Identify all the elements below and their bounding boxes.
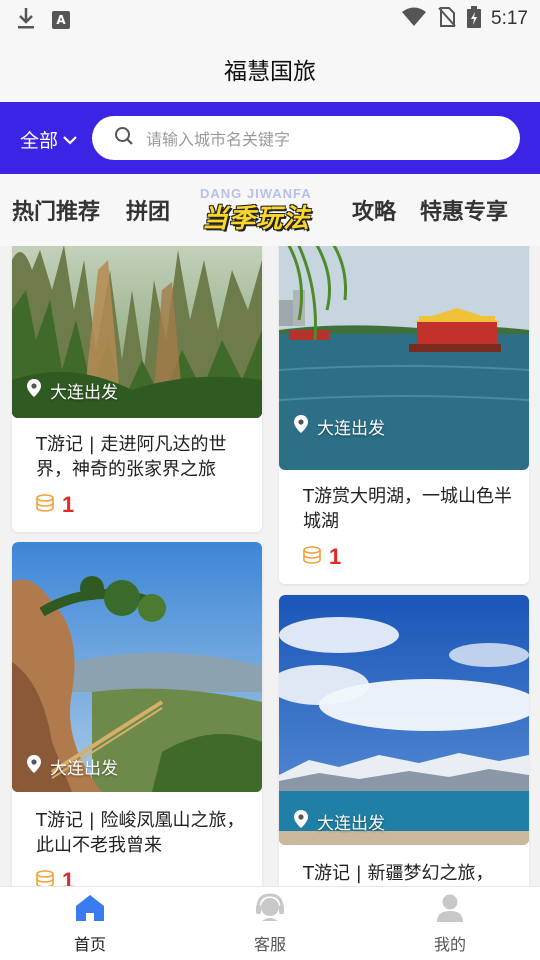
coin-icon <box>36 869 54 886</box>
coin-icon <box>303 545 321 569</box>
location-pin-icon <box>293 809 309 834</box>
trip-price: 1 <box>36 492 74 518</box>
a-box-icon: A <box>52 11 70 29</box>
trip-card[interactable]: 大连出发 T游赏大明湖，一城山色半城湖 1 <box>279 246 529 584</box>
trip-feed: 大连出发 T游记 | 走进阿凡达的世界，神奇的张家界之旅 1 大连出发 T游赏大… <box>0 246 540 886</box>
nav-customer-service[interactable]: 客服 <box>210 893 330 955</box>
customer-service-icon <box>254 893 286 927</box>
app-title-bar: 福慧国旅 <box>0 36 540 102</box>
search-input[interactable]: 请输入城市名关键字 <box>92 116 520 160</box>
wifi-icon <box>401 7 427 31</box>
departure-location: 大连出发 <box>26 754 118 779</box>
status-bar: A 5:17 <box>0 0 540 36</box>
page-title: 福慧国旅 <box>224 59 316 85</box>
search-icon <box>114 126 134 150</box>
departure-location: 大连出发 <box>26 378 118 403</box>
location-pin-icon <box>26 378 42 403</box>
trip-title: T游记 | 走进阿凡达的世界，神奇的张家界之旅 <box>36 434 227 480</box>
price-value: 1 <box>62 492 75 517</box>
nav-home-label: 首页 <box>73 935 106 954</box>
download-icon <box>16 6 36 34</box>
battery-charging-icon <box>467 6 482 32</box>
tab-special-offers[interactable]: 特惠专享 <box>420 194 508 226</box>
category-tabs: 热门推荐 拼团 DANG JIWANFA 当季玩法 攻略 特惠专享 <box>0 174 540 246</box>
nav-home[interactable]: 首页 <box>30 893 150 955</box>
location-label: 大连出发 <box>317 814 385 834</box>
search-placeholder: 请输入城市名关键字 <box>146 130 291 149</box>
chevron-down-icon <box>62 129 78 151</box>
tab-hot[interactable]: 热门推荐 <box>12 194 100 226</box>
location-label: 大连出发 <box>317 419 385 439</box>
tab-group-buy[interactable]: 拼团 <box>126 194 170 226</box>
nav-customer-service-label: 客服 <box>253 935 286 954</box>
no-sim-icon <box>437 6 457 32</box>
user-icon <box>434 893 466 927</box>
coin-icon <box>36 493 54 517</box>
tab-guides[interactable]: 攻略 <box>352 194 396 226</box>
location-label: 大连出发 <box>50 759 118 779</box>
price-value: 1 <box>62 868 75 886</box>
trip-title: T游赏大明湖，一城山色半城湖 <box>303 486 512 532</box>
tab-seasonal[interactable]: DANG JIWANFA 当季玩法 <box>198 184 324 236</box>
trip-card[interactable]: 大连出发 T游记 | 走进阿凡达的世界，神奇的张家界之旅 1 <box>12 246 262 532</box>
trip-card[interactable]: 大连出发 T游记 | 险峻凤凰山之旅，此山不老我曾来 1 <box>12 542 262 886</box>
home-icon <box>74 893 106 927</box>
nav-profile[interactable]: 我的 <box>390 893 510 955</box>
location-pin-icon <box>26 754 42 779</box>
trip-title: T游记 | 险峻凤凰山之旅，此山不老我曾来 <box>36 810 245 856</box>
price-value: 1 <box>329 544 342 569</box>
departure-location: 大连出发 <box>293 414 385 439</box>
location-label: 大连出发 <box>50 383 118 403</box>
nav-profile-label: 我的 <box>433 935 466 954</box>
trip-price: 1 <box>303 544 341 570</box>
departure-location: 大连出发 <box>293 809 385 834</box>
bottom-nav: 首页 客服 我的 <box>0 886 540 960</box>
location-pin-icon <box>293 414 309 439</box>
tab-seasonal-label: 当季玩法 <box>202 204 311 234</box>
trip-card[interactable]: 大连出发 T游记 | 新疆梦幻之旅， <box>279 595 529 886</box>
trip-title: T游记 | 新疆梦幻之旅， <box>303 863 494 884</box>
clock-time: 5:17 <box>491 8 528 29</box>
trip-price: 1 <box>36 868 74 886</box>
search-band: 全部 请输入城市名关键字 <box>0 102 540 174</box>
region-selector[interactable]: 全部 <box>20 126 78 153</box>
region-label: 全部 <box>20 130 59 152</box>
trip-image <box>279 595 529 845</box>
